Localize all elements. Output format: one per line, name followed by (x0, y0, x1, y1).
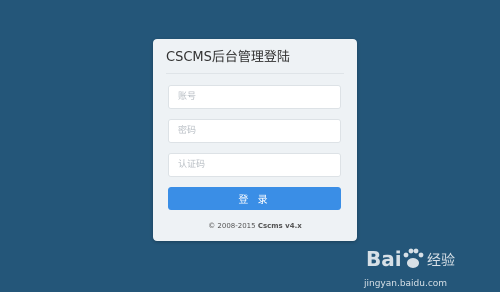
watermark-site: jingyan.baidu.com (364, 279, 448, 289)
captcha-input[interactable] (168, 153, 341, 177)
copyright-footer: © 2008-2015 Cscms v4.x (153, 222, 357, 230)
copyright-brand: Cscms v4.x (257, 222, 302, 230)
baidu-jingyan-watermark: Bai 经验 jingyan.baidu.com (364, 245, 474, 289)
copyright-text: © 2008-2015 (208, 222, 258, 230)
title-divider (166, 73, 344, 74)
login-title: CSCMS后台管理登陆 (166, 50, 290, 65)
svg-text:Bai: Bai (366, 247, 402, 271)
svg-text:经验: 经验 (427, 253, 455, 269)
baidu-jingyan-logo: Bai 经验 (366, 247, 455, 271)
login-button[interactable]: 登 录 (168, 187, 341, 210)
paw-icon (403, 248, 424, 268)
password-input[interactable] (168, 119, 341, 143)
login-card: CSCMS后台管理登陆 登 录 © 2008-2015 Cscms v4.x (153, 39, 357, 241)
account-input[interactable] (168, 85, 341, 109)
